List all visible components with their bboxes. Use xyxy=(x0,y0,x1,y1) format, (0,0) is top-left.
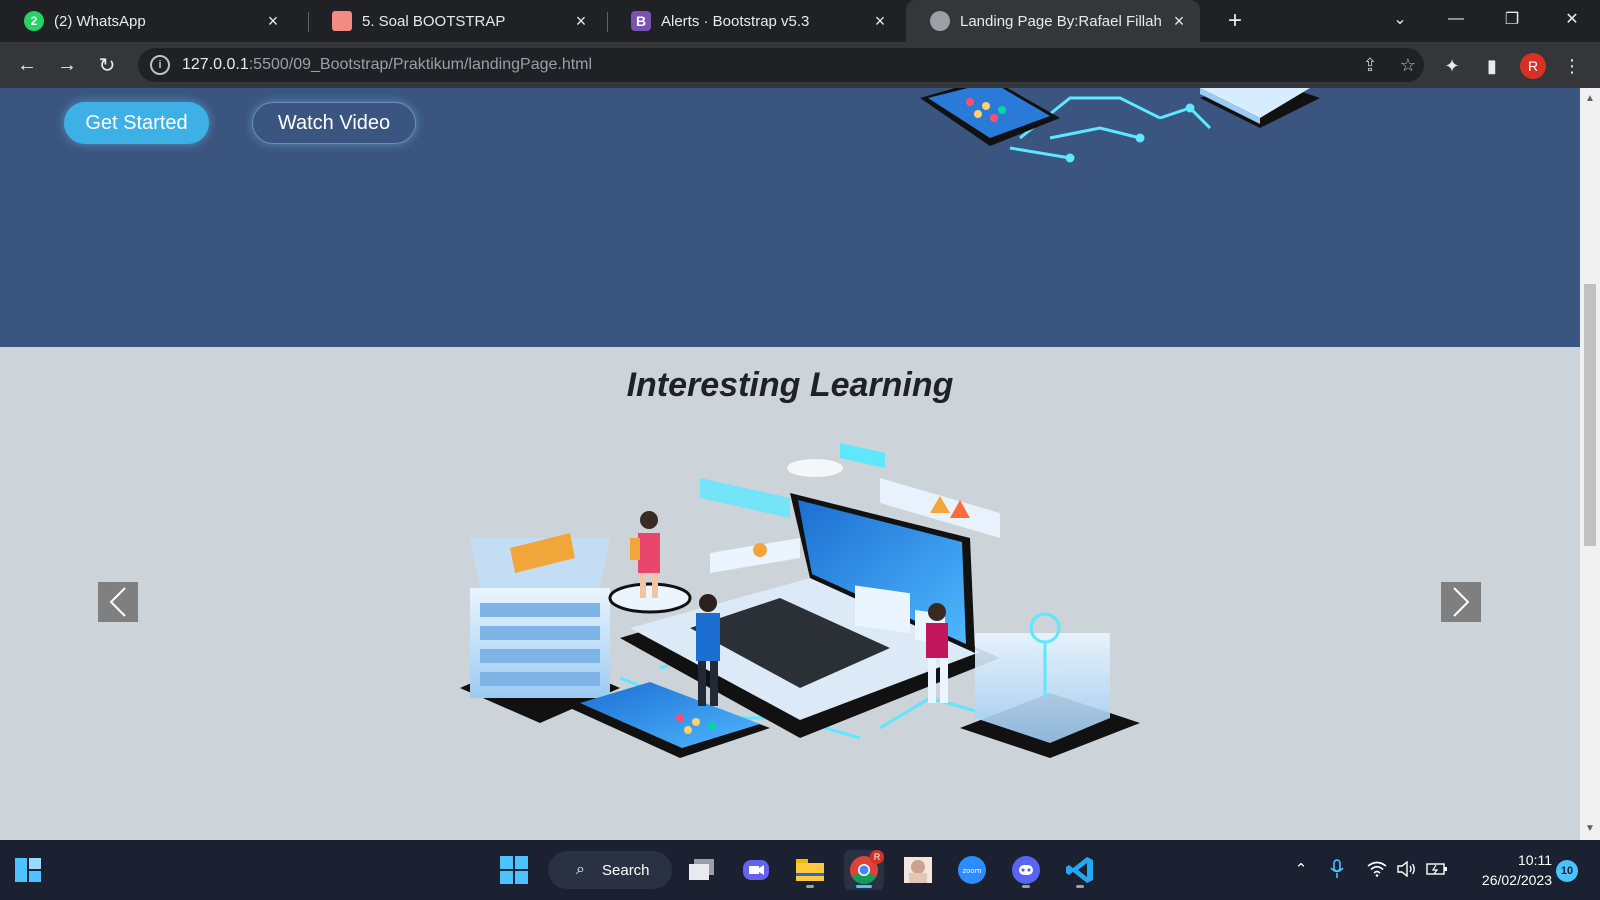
tab-alerts-bootstrap[interactable]: B Alerts · Bootstrap v5.3 × xyxy=(607,0,901,42)
task-view-icon[interactable] xyxy=(682,850,722,890)
tab-title: (2) WhatsApp xyxy=(54,12,146,30)
tab-search-icon[interactable]: ⌄ xyxy=(1372,0,1428,38)
new-tab-button[interactable]: + xyxy=(1223,9,1247,33)
info-icon[interactable]: i xyxy=(150,55,170,75)
widgets-icon[interactable] xyxy=(8,850,48,890)
page-scrollbar[interactable]: ▲ ▼ xyxy=(1580,88,1600,840)
windows-logo-icon xyxy=(500,856,528,884)
clock-time: 10:11 xyxy=(1518,852,1552,868)
carousel-prev-button[interactable] xyxy=(98,582,138,622)
running-indicator xyxy=(1022,885,1030,888)
scroll-down-arrow[interactable]: ▼ xyxy=(1585,824,1595,834)
start-button[interactable] xyxy=(494,850,534,890)
tab-whatsapp[interactable]: 2 (2) WhatsApp × xyxy=(0,0,294,42)
url-path: :5500/09_Bootstrap/Praktikum/landingPage… xyxy=(248,56,593,73)
hero-illustration xyxy=(920,88,1320,163)
volume-icon[interactable] xyxy=(1396,858,1418,880)
system-clock[interactable]: 10:11 26/02/2023 xyxy=(1462,850,1552,890)
get-started-button[interactable]: Get Started xyxy=(64,102,209,144)
browser-toolbar: ← → ↻ i 127.0.0.1:5500/09_Bootstrap/Prak… xyxy=(0,42,1600,88)
back-button[interactable]: ← xyxy=(12,50,42,80)
chevron-up-icon[interactable]: ⌃ xyxy=(1290,858,1312,880)
url-host: 127.0.0.1 xyxy=(182,56,249,73)
microphone-icon[interactable] xyxy=(1326,858,1348,880)
menu-icon[interactable]: ⋮ xyxy=(1560,54,1584,78)
watch-video-button[interactable]: Watch Video xyxy=(252,102,416,144)
person-student xyxy=(608,511,692,614)
close-icon[interactable]: × xyxy=(572,11,590,31)
hero-section: Get Started Watch Video xyxy=(0,88,1580,347)
share-icon[interactable]: ⇪ xyxy=(1360,55,1380,75)
tab-title: Landing Page By:Rafael Fillah xyxy=(960,12,1162,30)
forward-button[interactable]: → xyxy=(52,50,82,80)
file-explorer-icon[interactable] xyxy=(790,850,830,890)
tab-landing-page[interactable]: Landing Page By:Rafael Fillah × xyxy=(906,0,1200,42)
tab-title: 5. Soal BOOTSTRAP xyxy=(362,12,506,30)
svg-text:zoom: zoom xyxy=(962,867,981,875)
clock-date: 26/02/2023 xyxy=(1481,872,1552,888)
discord-icon[interactable] xyxy=(1006,850,1046,890)
side-panel-icon[interactable]: ▮ xyxy=(1480,54,1504,78)
bookmark-star-icon[interactable]: ☆ xyxy=(1398,55,1418,75)
close-icon[interactable]: × xyxy=(871,11,889,31)
document-icon xyxy=(332,11,352,31)
minimize-button[interactable]: — xyxy=(1428,0,1484,38)
close-icon[interactable]: × xyxy=(264,11,282,31)
address-bar[interactable]: i 127.0.0.1:5500/09_Bootstrap/Praktikum/… xyxy=(138,48,1424,82)
zoom-icon[interactable]: zoom xyxy=(952,850,992,890)
page-viewport: Get Started Watch Video Interesting Lear… xyxy=(0,88,1580,840)
running-indicator xyxy=(856,885,872,888)
notification-badge[interactable]: 10 xyxy=(1556,860,1578,882)
server-right xyxy=(960,612,1140,758)
search-icon: ⌕ xyxy=(576,861,585,878)
section-title: Interesting Learning xyxy=(626,366,954,404)
url-text: 127.0.0.1:5500/09_Bootstrap/Praktikum/la… xyxy=(182,56,592,74)
tab-title: Alerts · Bootstrap v5.3 xyxy=(661,12,810,30)
server-illustration xyxy=(1200,88,1320,128)
vscode-icon[interactable] xyxy=(1060,850,1100,890)
search-label: Search xyxy=(602,861,650,879)
phone-illustration xyxy=(920,88,1060,146)
chevron-right-icon xyxy=(1453,587,1470,617)
carousel-next-button[interactable] xyxy=(1441,582,1481,622)
globe-icon xyxy=(930,11,950,31)
tab-soal-bootstrap[interactable]: 5. Soal BOOTSTRAP × xyxy=(308,0,602,42)
scroll-thumb[interactable] xyxy=(1584,284,1596,546)
chrome-taskbar-icon[interactable]: R xyxy=(844,850,884,890)
tab-strip: 2 (2) WhatsApp × 5. Soal BOOTSTRAP × B A… xyxy=(0,0,1600,42)
scroll-up-arrow[interactable]: ▲ xyxy=(1585,94,1595,104)
profile-avatar[interactable]: R xyxy=(1520,53,1546,79)
carousel-slide-image xyxy=(460,443,1140,758)
restore-button[interactable]: ❐ xyxy=(1484,0,1540,38)
wifi-icon[interactable] xyxy=(1366,858,1388,880)
windows-taskbar: ⌕ Search R zoom ⌃ 10:11 26/02/2023 10 xyxy=(0,840,1600,900)
taskbar-search[interactable]: ⌕ Search xyxy=(548,851,672,889)
chevron-left-icon xyxy=(109,587,126,617)
close-window-button[interactable]: ✕ xyxy=(1544,0,1600,38)
close-icon[interactable]: × xyxy=(1170,11,1188,31)
photo-app-icon[interactable] xyxy=(898,850,938,890)
extensions-icon[interactable]: ✦ xyxy=(1440,54,1464,78)
bootstrap-icon: B xyxy=(631,11,651,31)
whatsapp-icon: 2 xyxy=(24,11,44,31)
running-indicator xyxy=(1076,885,1084,888)
reload-button[interactable]: ↻ xyxy=(92,50,122,80)
running-indicator xyxy=(806,885,814,888)
teams-chat-icon[interactable] xyxy=(736,850,776,890)
chrome-profile-badge: R xyxy=(870,850,884,864)
battery-icon[interactable] xyxy=(1426,858,1448,880)
server-stack-left xyxy=(460,533,620,723)
